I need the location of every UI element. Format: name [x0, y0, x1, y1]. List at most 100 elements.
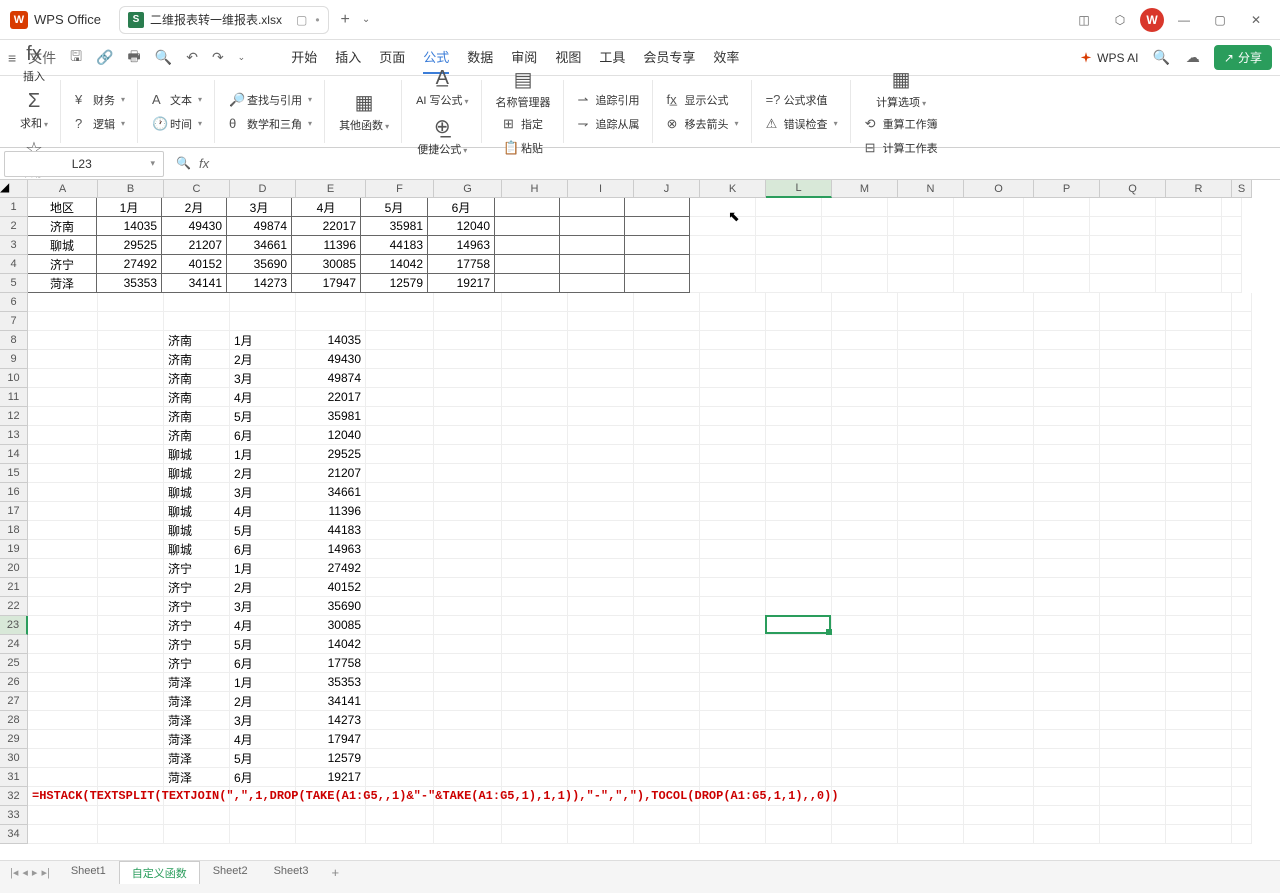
cell-J33[interactable]	[634, 806, 700, 825]
cell-Q10[interactable]	[1100, 369, 1166, 388]
new-tab-button[interactable]: +	[341, 11, 350, 29]
cell-L3[interactable]	[756, 236, 822, 255]
cell-A9[interactable]	[28, 350, 98, 369]
cell-B29[interactable]	[98, 730, 164, 749]
cell-R25[interactable]	[1166, 654, 1232, 673]
cell-grid[interactable]: 地区1月2月3月4月5月6月济南140354943049874220173598…	[28, 198, 1252, 844]
cell-R33[interactable]	[1166, 806, 1232, 825]
fx-label-icon[interactable]: fx	[199, 156, 209, 171]
cell-P4[interactable]	[1024, 255, 1090, 274]
cell-C7[interactable]	[164, 312, 230, 331]
cell-J34[interactable]	[634, 825, 700, 844]
logic-button[interactable]: ?逻辑▾	[71, 114, 129, 134]
cell-C6[interactable]	[164, 293, 230, 312]
cell-L11[interactable]	[766, 388, 832, 407]
cell-M29[interactable]	[832, 730, 898, 749]
cell-R23[interactable]	[1166, 616, 1232, 635]
cell-A28[interactable]	[28, 711, 98, 730]
row-header-24[interactable]: 24	[0, 635, 28, 654]
cell-P2[interactable]	[1024, 217, 1090, 236]
cell-L8[interactable]	[766, 331, 832, 350]
cell-G22[interactable]	[434, 597, 502, 616]
cell-G18[interactable]	[434, 521, 502, 540]
cell-J7[interactable]	[634, 312, 700, 331]
cell-R14[interactable]	[1166, 445, 1232, 464]
cell-H5[interactable]	[494, 273, 560, 293]
cell-N19[interactable]	[898, 540, 964, 559]
cell-E29[interactable]: 17947	[296, 730, 366, 749]
cell-N9[interactable]	[898, 350, 964, 369]
cell-F17[interactable]	[366, 502, 434, 521]
cell-O12[interactable]	[964, 407, 1034, 426]
cell-K15[interactable]	[700, 464, 766, 483]
cell-B3[interactable]: 29525	[96, 235, 162, 255]
cell-P21[interactable]	[1034, 578, 1100, 597]
cell-F19[interactable]	[366, 540, 434, 559]
sheet-tab-Sheet2[interactable]: Sheet2	[200, 861, 261, 884]
cell-F13[interactable]	[366, 426, 434, 445]
cell-A2[interactable]: 济南	[27, 216, 97, 236]
cell-L14[interactable]	[766, 445, 832, 464]
cell-I8[interactable]	[568, 331, 634, 350]
cell-B2[interactable]: 14035	[96, 216, 162, 236]
cell-S31[interactable]	[1232, 768, 1252, 787]
cell-A23[interactable]	[28, 616, 98, 635]
cell-P5[interactable]	[1024, 274, 1090, 293]
cell-P3[interactable]	[1024, 236, 1090, 255]
cell-P22[interactable]	[1034, 597, 1100, 616]
finance-button[interactable]: ¥财务▾	[71, 90, 129, 110]
cell-H26[interactable]	[502, 673, 568, 692]
cell-L31[interactable]	[766, 768, 832, 787]
cell-I20[interactable]	[568, 559, 634, 578]
cell-B10[interactable]	[98, 369, 164, 388]
cell-N13[interactable]	[898, 426, 964, 445]
cell-P23[interactable]	[1034, 616, 1100, 635]
menu-tab-插入[interactable]: 插入	[335, 41, 361, 74]
cell-S25[interactable]	[1232, 654, 1252, 673]
cell-C30[interactable]: 菏泽	[164, 749, 230, 768]
cell-O22[interactable]	[964, 597, 1034, 616]
cell-R17[interactable]	[1166, 502, 1232, 521]
cell-R11[interactable]	[1166, 388, 1232, 407]
cell-J21[interactable]	[634, 578, 700, 597]
ai-formula-button[interactable]: A̲AI 写公式▾	[412, 65, 472, 110]
cell-G34[interactable]	[434, 825, 502, 844]
cell-B4[interactable]: 27492	[96, 254, 162, 274]
cell-K8[interactable]	[700, 331, 766, 350]
cell-K25[interactable]	[700, 654, 766, 673]
cell-S23[interactable]	[1232, 616, 1252, 635]
cell-K23[interactable]	[700, 616, 766, 635]
cell-G17[interactable]	[434, 502, 502, 521]
cell-M23[interactable]	[832, 616, 898, 635]
cell-E10[interactable]: 49874	[296, 369, 366, 388]
cell-Q24[interactable]	[1100, 635, 1166, 654]
cell-S26[interactable]	[1232, 673, 1252, 692]
cell-R34[interactable]	[1166, 825, 1232, 844]
cell-K11[interactable]	[700, 388, 766, 407]
cell-Q30[interactable]	[1100, 749, 1166, 768]
cell-K16[interactable]	[700, 483, 766, 502]
cell-M28[interactable]	[832, 711, 898, 730]
cell-F33[interactable]	[366, 806, 434, 825]
cell-J1[interactable]	[624, 197, 690, 217]
cell-A29[interactable]	[28, 730, 98, 749]
cell-L2[interactable]	[756, 217, 822, 236]
cell-K1[interactable]	[690, 198, 756, 217]
cell-H15[interactable]	[502, 464, 568, 483]
cell-H29[interactable]	[502, 730, 568, 749]
cell-E28[interactable]: 14273	[296, 711, 366, 730]
cell-B13[interactable]	[98, 426, 164, 445]
insert-fn-button[interactable]: fx插入	[19, 41, 49, 86]
cell-S14[interactable]	[1232, 445, 1252, 464]
cell-S27[interactable]	[1232, 692, 1252, 711]
cell-I19[interactable]	[568, 540, 634, 559]
cell-E8[interactable]: 14035	[296, 331, 366, 350]
col-header-N[interactable]: N	[898, 180, 964, 198]
cell-A16[interactable]	[28, 483, 98, 502]
cell-E31[interactable]: 19217	[296, 768, 366, 787]
cell-N2[interactable]	[888, 217, 954, 236]
cell-J28[interactable]	[634, 711, 700, 730]
cell-G10[interactable]	[434, 369, 502, 388]
row-header-16[interactable]: 16	[0, 483, 28, 502]
cell-P29[interactable]	[1034, 730, 1100, 749]
